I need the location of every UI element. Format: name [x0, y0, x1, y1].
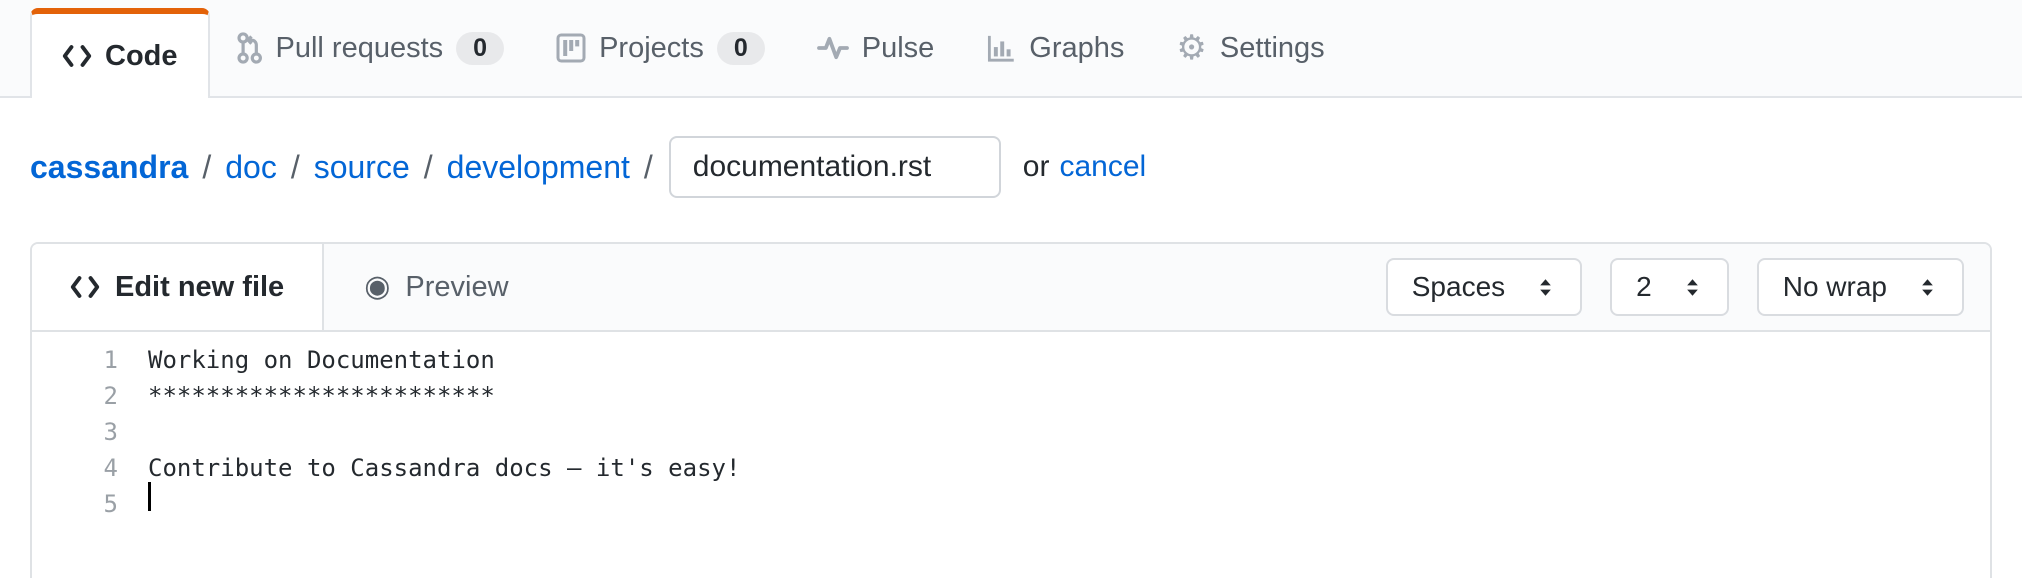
- wrap-mode-select[interactable]: No wrap: [1757, 258, 1964, 316]
- select-caret-icon: [1917, 277, 1938, 298]
- breadcrumb-separator: /: [291, 149, 300, 186]
- counter-badge: 0: [456, 32, 504, 65]
- tab-preview[interactable]: ◉ Preview: [324, 244, 548, 330]
- line-text: Contribute to Cassandra docs — it's easy…: [148, 450, 740, 486]
- tab-label: Graphs: [1029, 32, 1124, 65]
- select-value: 2: [1636, 271, 1652, 303]
- select-caret-icon: [1682, 277, 1703, 298]
- tab-settings[interactable]: ⚙ Settings: [1150, 0, 1350, 96]
- tab-pull-requests[interactable]: Pull requests 0: [210, 0, 531, 96]
- code-line[interactable]: 5: [32, 486, 1990, 522]
- editor-controls: Spaces 2 No wrap: [1386, 244, 1990, 330]
- select-value: Spaces: [1412, 271, 1505, 303]
- counter-badge: 0: [717, 32, 765, 65]
- line-text: ************************: [148, 378, 495, 414]
- line-text: Working on Documentation: [148, 342, 495, 378]
- line-number: 2: [32, 378, 148, 414]
- tab-edit-new-file[interactable]: Edit new file: [32, 244, 324, 330]
- cancel-link[interactable]: cancel: [1059, 150, 1146, 184]
- code-line[interactable]: 2************************: [32, 378, 1990, 414]
- code-editor[interactable]: 1Working on Documentation2**************…: [32, 332, 1990, 522]
- editor-header: Edit new file ◉ Preview Spaces 2 No wrap: [32, 244, 1990, 332]
- tab-label: Projects: [599, 32, 704, 65]
- text-cursor: [148, 482, 151, 511]
- gear-icon: ⚙: [1176, 31, 1206, 65]
- repo-nav: Code Pull requests 0 Projects 0 Pulse Grap…: [0, 0, 2022, 98]
- tab-label: Pull requests: [276, 32, 444, 65]
- or-label: or: [1023, 150, 1050, 184]
- tab-label: Code: [105, 40, 178, 73]
- tab-projects[interactable]: Projects 0: [530, 0, 791, 96]
- filename-input[interactable]: [669, 136, 1001, 198]
- line-number: 5: [32, 486, 148, 522]
- breadcrumb: cassandra / doc / source / development /…: [30, 134, 2022, 200]
- breadcrumb-separator: /: [644, 149, 653, 186]
- breadcrumb-separator: /: [424, 149, 433, 186]
- breadcrumb-link-development[interactable]: development: [447, 149, 630, 186]
- code-line[interactable]: 1Working on Documentation: [32, 342, 1990, 378]
- code-line[interactable]: 3: [32, 414, 1990, 450]
- breadcrumb-repo-link[interactable]: cassandra: [30, 149, 188, 186]
- eye-icon: ◉: [364, 272, 390, 302]
- breadcrumb-link-source[interactable]: source: [314, 149, 410, 186]
- graph-icon: [986, 32, 1016, 64]
- select-value: No wrap: [1783, 271, 1887, 303]
- code-icon: [62, 43, 92, 69]
- code-line[interactable]: 4Contribute to Cassandra docs — it's eas…: [32, 450, 1990, 486]
- indent-mode-select[interactable]: Spaces: [1386, 258, 1582, 316]
- project-icon: [556, 32, 586, 64]
- pulse-icon: [817, 33, 849, 63]
- tab-graphs[interactable]: Graphs: [960, 0, 1150, 96]
- indent-size-select[interactable]: 2: [1610, 258, 1729, 316]
- tab-label: Pulse: [862, 32, 935, 65]
- line-number: 1: [32, 342, 148, 378]
- preview-tab-label: Preview: [405, 271, 508, 304]
- breadcrumb-separator: /: [202, 149, 211, 186]
- breadcrumb-link-doc[interactable]: doc: [225, 149, 277, 186]
- tab-pulse[interactable]: Pulse: [791, 0, 961, 96]
- edit-tab-label: Edit new file: [115, 271, 284, 304]
- code-icon: [70, 274, 100, 300]
- select-caret-icon: [1535, 277, 1556, 298]
- tab-code[interactable]: Code: [30, 8, 210, 98]
- tab-label: Settings: [1220, 32, 1325, 65]
- file-editor: Edit new file ◉ Preview Spaces 2 No wrap…: [30, 242, 1992, 578]
- pull-request-icon: [236, 32, 263, 64]
- line-number: 4: [32, 450, 148, 486]
- line-number: 3: [32, 414, 148, 450]
